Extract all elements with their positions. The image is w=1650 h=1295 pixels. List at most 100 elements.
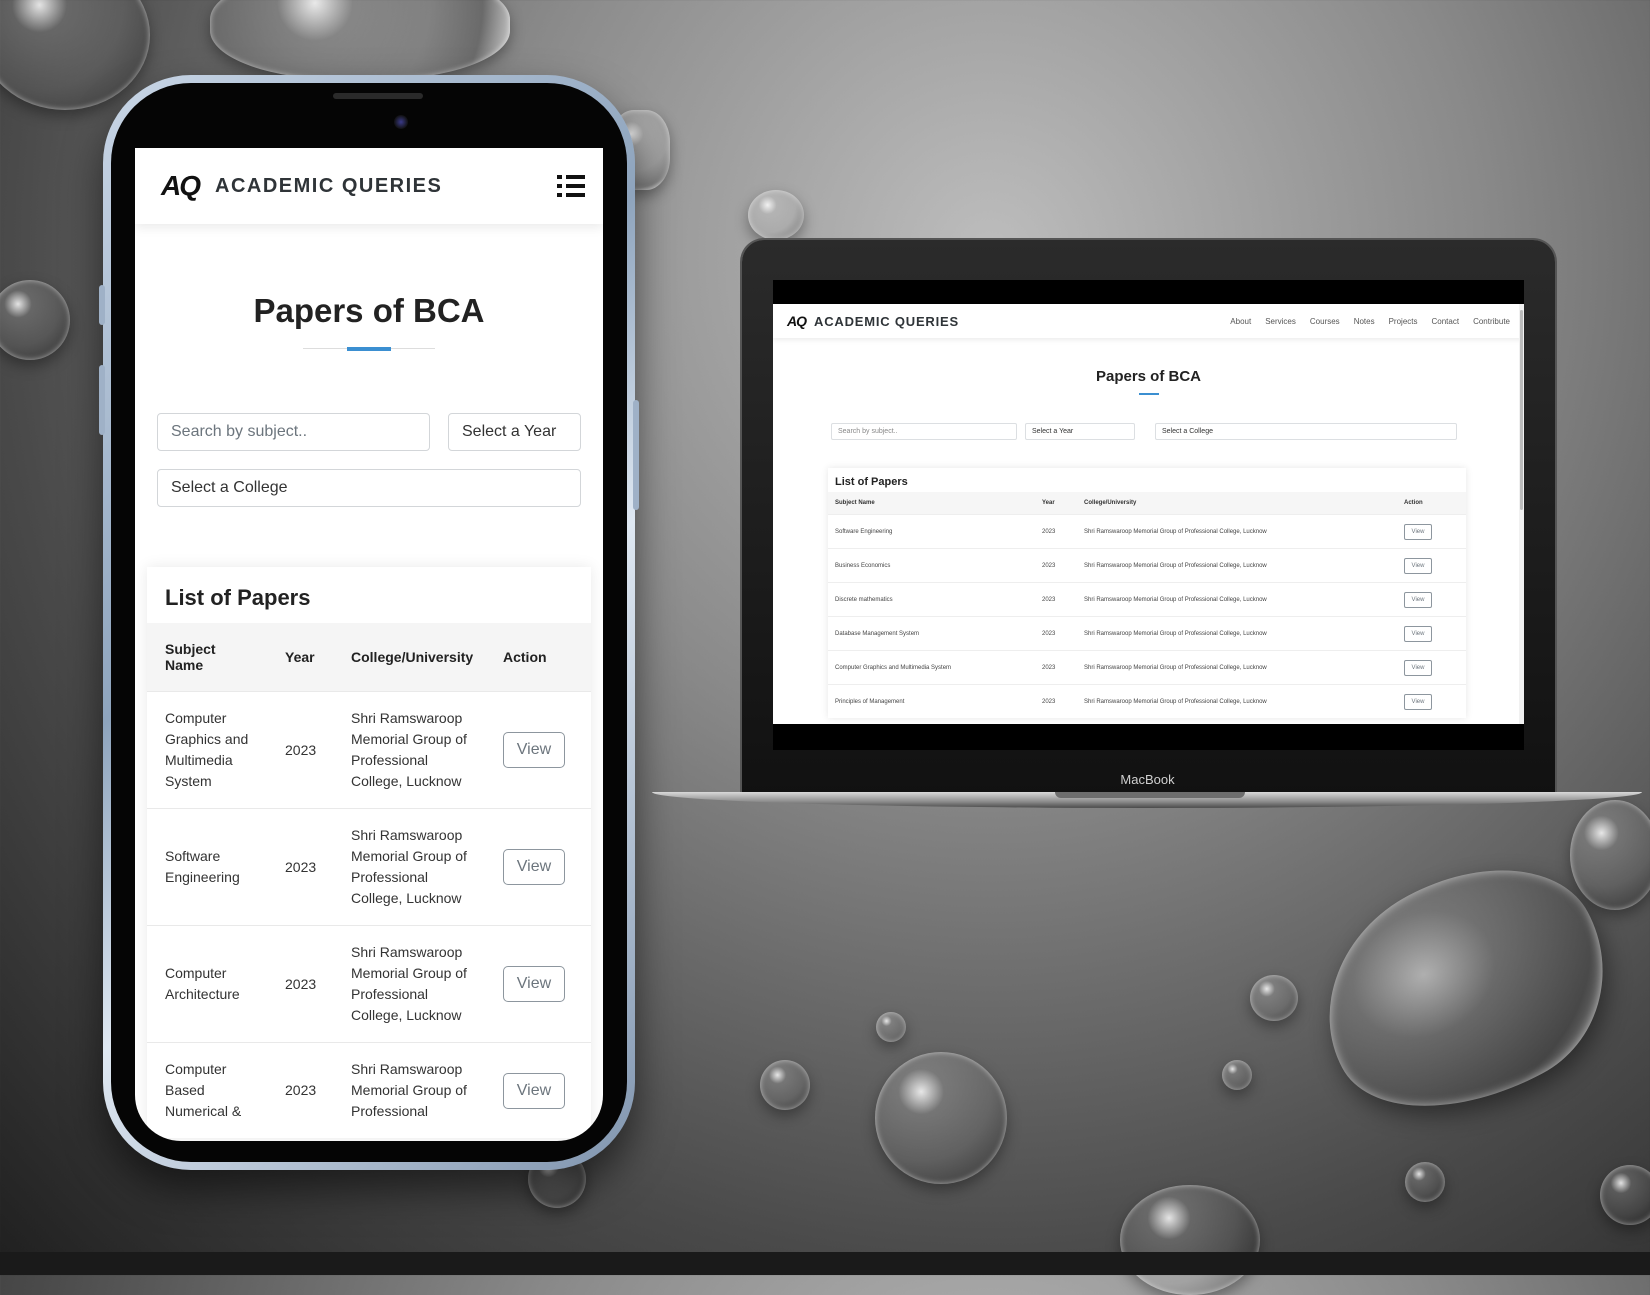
year-select[interactable]: Select a Year — [448, 413, 581, 451]
scrollbar-thumb[interactable] — [1520, 310, 1523, 510]
laptop-brand-label: MacBook — [1120, 772, 1175, 787]
column-header-college: College/University — [333, 623, 485, 692]
brand-name[interactable]: ACADEMIC QUERIES — [215, 175, 557, 198]
mobile-navbar: AQ ACADEMIC QUERIES — [135, 148, 603, 224]
desktop-screen: AQ ACADEMIC QUERIES About Services Cours… — [773, 304, 1524, 724]
subject-cell: Computer Graphics and Multimedia System — [828, 650, 1035, 685]
water-bubble-decoration — [0, 0, 150, 110]
nav-link-courses[interactable]: Courses — [1310, 317, 1340, 326]
action-cell: View — [1397, 650, 1466, 685]
column-header-college: College/University — [1077, 492, 1397, 515]
subject-cell: Computer Architecture — [147, 925, 267, 1043]
view-button[interactable]: View — [503, 849, 565, 885]
papers-card: List of Papers Subject Name Year College… — [828, 468, 1466, 718]
view-button[interactable]: View — [1404, 659, 1432, 676]
papers-card-title: List of Papers — [165, 585, 311, 610]
table-row: Discrete mathematics 2023 Shri Ramswaroo… — [828, 582, 1466, 617]
water-bubble-decoration — [1222, 1060, 1252, 1090]
page-scrollbar[interactable] — [1519, 304, 1524, 724]
papers-table: Subject Name Year College/University Act… — [147, 623, 591, 1138]
college-select[interactable]: Select a College — [157, 469, 581, 507]
action-cell: View — [1397, 514, 1466, 549]
year-cell: 2023 — [1035, 548, 1077, 583]
table-row: Computer Based Numerical & 2023 Shri Ram… — [147, 1042, 591, 1138]
title-divider-accent — [347, 346, 391, 351]
phone-side-button — [99, 365, 105, 435]
year-cell: 2023 — [267, 1042, 333, 1138]
view-button[interactable]: View — [1404, 591, 1432, 608]
year-cell: 2023 — [267, 925, 333, 1043]
brand-logo[interactable]: AQ — [161, 170, 201, 202]
table-row: Computer Graphics and Multimedia System … — [828, 650, 1466, 685]
year-cell: 2023 — [1035, 684, 1077, 718]
view-button[interactable]: View — [1404, 523, 1432, 540]
subject-cell: Computer Graphics and Multimedia System — [147, 691, 267, 809]
view-button[interactable]: View — [1404, 625, 1432, 642]
page-title: Papers of BCA — [253, 292, 485, 329]
nav-links: About Services Courses Notes Projects Co… — [1230, 317, 1510, 326]
brand-logo[interactable]: AQ — [787, 313, 807, 329]
view-button[interactable]: View — [1404, 557, 1432, 574]
action-cell: View — [485, 1042, 591, 1138]
table-row: Software Engineering 2023 Shri Ramswaroo… — [147, 808, 591, 926]
water-bubble-decoration — [748, 190, 804, 240]
water-bubble-decoration — [0, 280, 70, 360]
search-input[interactable]: Search by subject.. — [831, 423, 1017, 440]
college-cell: Shri Ramswaroop Memorial Group of Profes… — [1077, 684, 1397, 718]
college-select[interactable]: Select a College — [1155, 423, 1457, 440]
papers-table: Subject Name Year College/University Act… — [828, 492, 1466, 718]
action-cell: View — [1397, 616, 1466, 651]
year-cell: 2023 — [1035, 514, 1077, 549]
nav-link-services[interactable]: Services — [1265, 317, 1296, 326]
title-divider — [303, 346, 435, 351]
college-cell: Shri Ramswaroop Memorial Group of Profes… — [1077, 548, 1397, 583]
view-button[interactable]: View — [503, 1072, 565, 1109]
title-divider — [1138, 393, 1159, 395]
column-header-subject: Subject Name — [147, 623, 267, 692]
hamburger-menu-icon[interactable] — [557, 175, 585, 197]
year-cell: 2023 — [267, 808, 333, 926]
action-cell: View — [1397, 684, 1466, 718]
year-select[interactable]: Select a Year — [1025, 423, 1135, 440]
column-header-subject: Subject Name — [828, 492, 1035, 515]
view-button[interactable]: View — [1404, 693, 1432, 710]
nav-link-notes[interactable]: Notes — [1354, 317, 1375, 326]
college-cell: Shri Ramswaroop Memorial Group of Profes… — [333, 925, 485, 1043]
papers-card: List of Papers Subject Name Year College… — [147, 567, 591, 1138]
water-bubble-decoration — [1405, 1162, 1445, 1202]
phone-speaker — [333, 93, 423, 99]
subject-cell: Computer Based Numerical & — [147, 1042, 267, 1138]
table-row: Computer Architecture 2023 Shri Ramswaro… — [147, 925, 591, 1043]
water-bubble-decoration — [1570, 800, 1650, 910]
filter-bar: Search by subject.. Select a Year Select… — [773, 423, 1524, 440]
table-row: Business Economics 2023 Shri Ramswaroop … — [828, 548, 1466, 583]
table-row: Computer Graphics and Multimedia System … — [147, 691, 591, 809]
water-bubble-decoration — [1250, 975, 1298, 1021]
year-cell: 2023 — [1035, 616, 1077, 651]
filter-bar: Search by subject.. Select a Year Select… — [135, 413, 603, 507]
year-cell: 2023 — [1035, 650, 1077, 685]
nav-link-contribute[interactable]: Contribute — [1473, 317, 1510, 326]
action-cell: View — [485, 808, 591, 926]
search-input[interactable]: Search by subject.. — [157, 413, 430, 451]
subject-cell: Database Management System — [828, 616, 1035, 651]
phone-side-button — [633, 400, 639, 510]
mobile-screen: AQ ACADEMIC QUERIES Papers of BCA Search… — [135, 148, 603, 1141]
view-button[interactable]: View — [503, 966, 565, 1002]
nav-link-contact[interactable]: Contact — [1432, 317, 1460, 326]
water-bubble-decoration — [210, 0, 510, 80]
brand-name[interactable]: ACADEMIC QUERIES — [814, 314, 1230, 329]
column-header-action: Action — [1397, 492, 1466, 515]
year-cell: 2023 — [267, 691, 333, 809]
college-cell: Shri Ramswaroop Memorial Group of Profes… — [333, 691, 485, 809]
action-cell: View — [1397, 548, 1466, 583]
column-header-year: Year — [1035, 492, 1077, 515]
action-cell: View — [485, 925, 591, 1043]
column-header-action: Action — [485, 623, 591, 692]
water-bubble-decoration — [1120, 1185, 1260, 1295]
table-header-row: Subject Name Year College/University Act… — [147, 623, 591, 692]
nav-link-projects[interactable]: Projects — [1389, 317, 1418, 326]
nav-link-about[interactable]: About — [1230, 317, 1251, 326]
view-button[interactable]: View — [503, 732, 565, 768]
college-cell: Shri Ramswaroop Memorial Group of Profes… — [1077, 582, 1397, 617]
